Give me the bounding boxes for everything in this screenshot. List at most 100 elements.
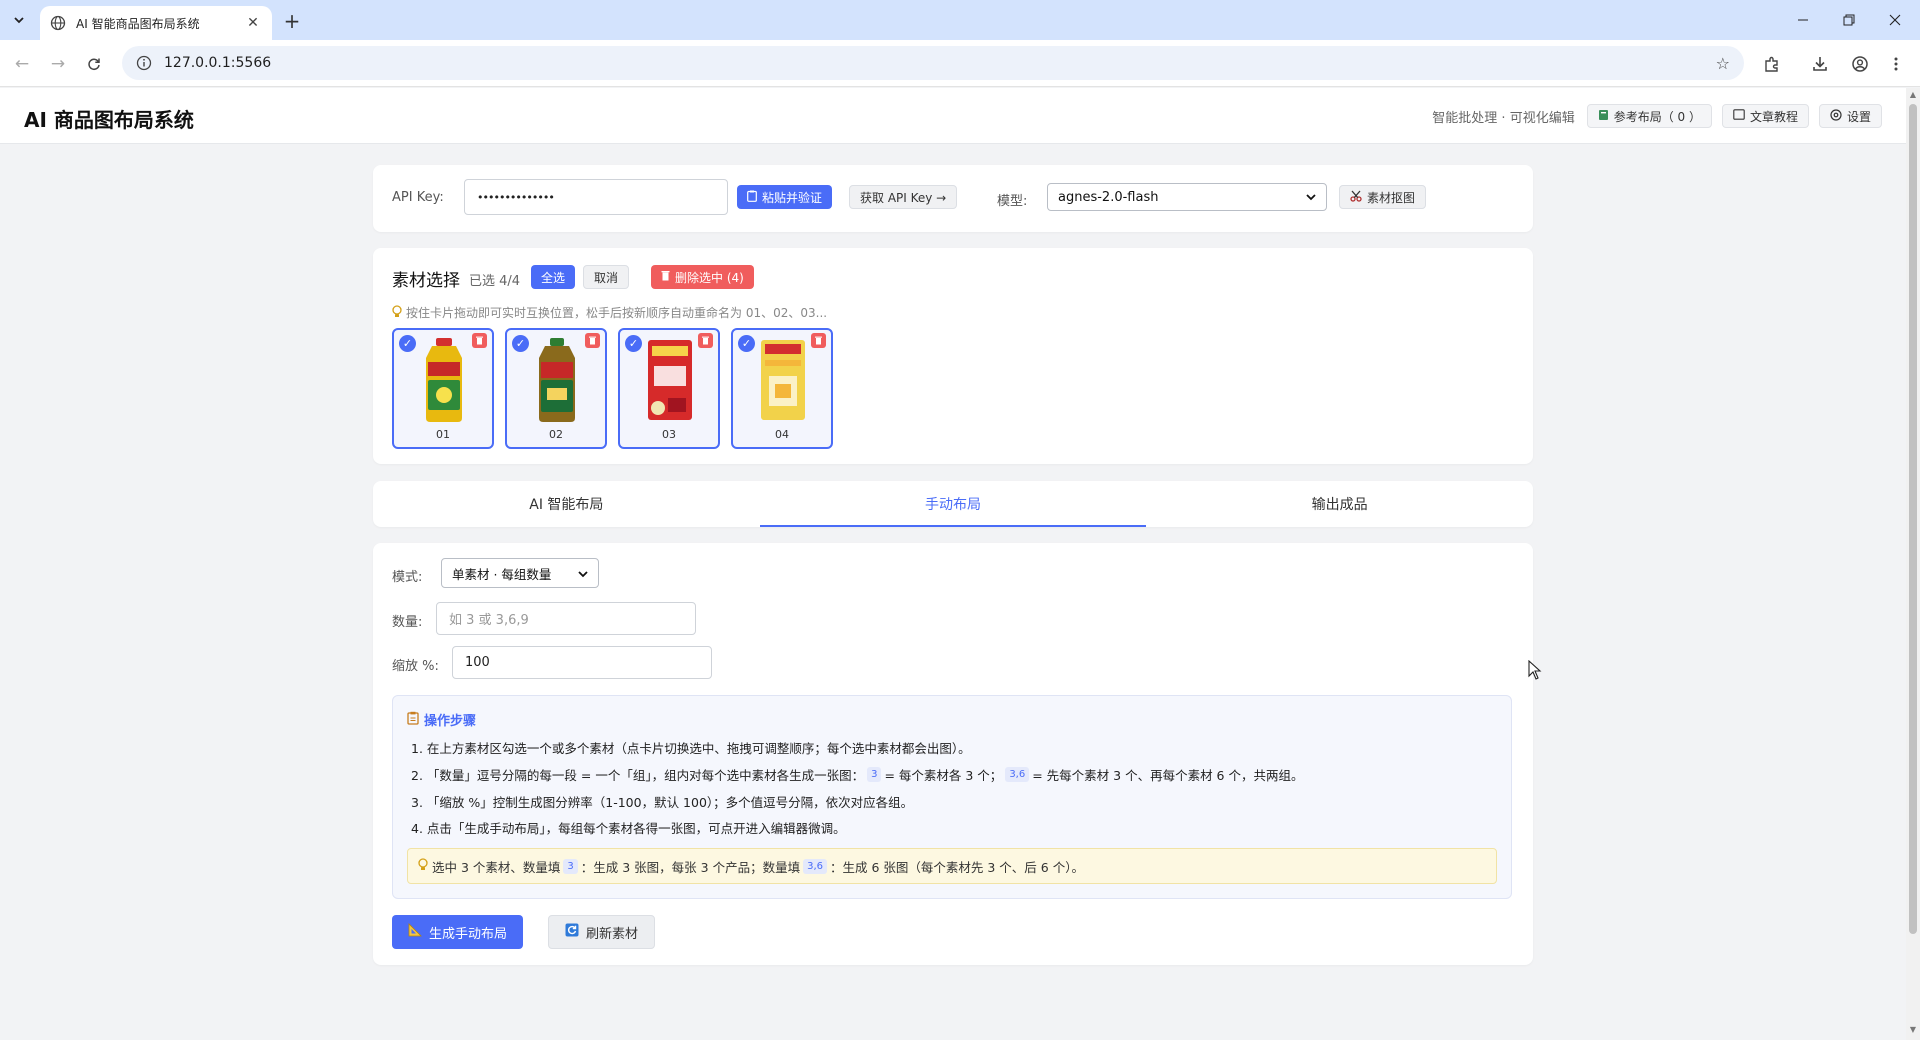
settings-label: 设置 xyxy=(1846,109,1871,124)
example-tip: 选中 3 个素材、数量填 3 ：生成 3 张图，每张 3 个产品；数量填 3,6… xyxy=(407,848,1497,884)
mode-value: 单素材 · 每组数量 xyxy=(452,566,552,582)
book-icon xyxy=(1598,109,1609,124)
selected-count: 已选 4/4 xyxy=(469,274,521,289)
tab-output[interactable]: 输出成品 xyxy=(1146,481,1533,527)
site-info-icon[interactable] xyxy=(136,55,152,71)
product-image xyxy=(426,338,462,422)
materials-title: 素材选择 xyxy=(392,271,460,291)
steps-title-text: 操作步骤 xyxy=(424,714,477,729)
mode-select[interactable]: 单素材 · 每组数量 xyxy=(441,558,599,588)
minimize-icon[interactable] xyxy=(1780,8,1826,32)
select-all-label: 全选 xyxy=(541,270,566,285)
material-number: 02 xyxy=(549,428,563,441)
materials-card: 素材选择 已选 4/4 全选 取消 删除选中 (4) 按住卡片拖动即可实时互换位… xyxy=(373,248,1533,464)
scrollbar-thumb[interactable] xyxy=(1909,104,1917,934)
trash-icon[interactable] xyxy=(472,333,487,348)
model-select[interactable]: agnes-2.0-flash xyxy=(1047,183,1327,211)
refresh-icon xyxy=(565,923,579,941)
step-2-text-c: = 先每个素材 3 个、再每个素材 6 个，共两组。 xyxy=(1032,768,1304,783)
cancel-selection-button[interactable]: 取消 xyxy=(583,265,630,289)
reload-icon[interactable] xyxy=(82,52,106,76)
material-card-04[interactable]: ✓ 04 xyxy=(731,328,833,449)
document-icon xyxy=(1733,109,1745,123)
profile-icon[interactable] xyxy=(1848,52,1872,76)
trash-icon[interactable] xyxy=(585,333,600,348)
select-all-button[interactable]: 全选 xyxy=(531,265,576,289)
extensions-icon[interactable] xyxy=(1760,52,1784,76)
scale-input[interactable]: 100 xyxy=(452,646,712,679)
ref-layout-label: 参考布局（ 0 ） xyxy=(1613,109,1701,124)
chevron-down-icon xyxy=(578,566,588,581)
close-tab-icon[interactable]: ✕ xyxy=(244,14,262,32)
material-card-03[interactable]: ✓ 03 xyxy=(618,328,720,449)
scale-value: 100 xyxy=(465,655,490,670)
code-chip: 3,6 xyxy=(803,858,827,874)
browser-tab-bar: AI 智能商品图布局系统 ✕ + xyxy=(0,0,1920,40)
back-arrow-icon[interactable]: ← xyxy=(10,52,34,76)
trash-icon xyxy=(661,270,670,284)
page-viewport: AI 商品图布局系统 智能批处理 · 可视化编辑 参考布局（ 0 ） 文章教程 … xyxy=(0,88,1906,1040)
code-chip: 3 xyxy=(867,767,882,782)
get-api-key-button[interactable]: 获取 API Key → xyxy=(849,185,958,209)
steps-panel: 操作步骤 1. 在上方素材区勾选一个或多个素材（点卡片切换选中、拖拽可调整顺序；… xyxy=(392,695,1512,899)
scroll-up-icon[interactable]: ▲ xyxy=(1909,91,1917,99)
paste-verify-label: 粘贴并验证 xyxy=(762,190,823,205)
tab-title: AI 智能商品图布局系统 xyxy=(76,16,200,31)
steps-title: 操作步骤 xyxy=(407,710,476,729)
product-image xyxy=(761,340,805,420)
cutout-button[interactable]: 素材抠图 xyxy=(1339,185,1427,209)
tab-manual-layout[interactable]: 手动布局 xyxy=(759,481,1147,527)
address-bar[interactable]: 127.0.0.1:5566 ☆ xyxy=(122,46,1744,80)
tip-text-b: ：生成 3 张图，每张 3 个产品；数量填 xyxy=(580,859,801,875)
product-image xyxy=(539,338,575,422)
new-tab-icon[interactable]: + xyxy=(280,9,304,33)
page-title: AI 商品图布局系统 xyxy=(24,108,194,132)
tab-ai-layout[interactable]: AI 智能布局 xyxy=(373,481,760,527)
tip-text-c: ：生成 6 张图（每个素材先 3 个、后 6 个）。 xyxy=(830,859,1084,875)
api-key-value: •••••••••••••• xyxy=(477,190,555,204)
paste-verify-button[interactable]: 粘贴并验证 xyxy=(737,185,833,209)
quantity-input[interactable]: 如 3 或 3,6,9 xyxy=(436,602,696,635)
chevron-down-icon xyxy=(1306,190,1316,205)
step-1: 1. 在上方素材区勾选一个或多个素材（点卡片切换选中、拖拽可调整顺序；每个选中素… xyxy=(411,741,971,756)
material-number: 04 xyxy=(775,428,789,441)
tab-search-chevron-icon[interactable] xyxy=(8,9,30,31)
tutorial-label: 文章教程 xyxy=(1749,109,1798,124)
header-subtitle: 智能批处理 · 可视化编辑 xyxy=(1432,110,1575,126)
close-window-icon[interactable] xyxy=(1872,8,1918,32)
layout-tabs: AI 智能布局 手动布局 输出成品 xyxy=(373,481,1533,527)
browser-toolbar: ← → 127.0.0.1:5566 ☆ xyxy=(0,40,1920,87)
scroll-down-icon[interactable]: ▼ xyxy=(1909,1026,1917,1034)
app-header: AI 商品图布局系统 智能批处理 · 可视化编辑 参考布局（ 0 ） 文章教程 … xyxy=(0,88,1906,144)
model-value: agnes-2.0-flash xyxy=(1058,189,1159,205)
forward-arrow-icon[interactable]: → xyxy=(46,52,70,76)
browser-menu-icon[interactable] xyxy=(1884,52,1908,76)
delete-selected-button[interactable]: 删除选中 (4) xyxy=(651,265,754,289)
restore-icon[interactable] xyxy=(1826,8,1872,32)
download-icon[interactable] xyxy=(1808,52,1832,76)
gear-icon xyxy=(1830,108,1842,124)
browser-tab-active[interactable]: AI 智能商品图布局系统 ✕ xyxy=(40,6,272,40)
get-api-key-label: 获取 API Key → xyxy=(860,190,947,205)
page-scrollbar[interactable]: ▲ ▼ xyxy=(1906,88,1920,1040)
trash-icon[interactable] xyxy=(811,333,826,348)
tutorial-button[interactable]: 文章教程 xyxy=(1721,104,1809,128)
material-thumbnails: ✓ 01 ✓ 02 ✓ 03 ✓ 04 xyxy=(392,328,833,449)
step-2: 2. 「数量」逗号分隔的每一段 = 一个「组」，组内对每个选中素材各生成一张图：… xyxy=(411,765,1303,784)
bookmark-star-icon[interactable]: ☆ xyxy=(1716,54,1730,73)
clipboard-icon xyxy=(407,711,419,729)
material-card-01[interactable]: ✓ 01 xyxy=(392,328,494,449)
generate-manual-layout-button[interactable]: 生成手动布局 xyxy=(392,915,524,949)
step-2-text-b: = 每个素材各 3 个； xyxy=(884,768,1003,783)
quantity-label: 数量: xyxy=(392,615,423,630)
material-card-02[interactable]: ✓ 02 xyxy=(505,328,607,449)
ref-layout-button[interactable]: 参考布局（ 0 ） xyxy=(1586,104,1712,128)
settings-button[interactable]: 设置 xyxy=(1818,104,1882,128)
api-key-input[interactable]: •••••••••••••• xyxy=(464,179,728,215)
refresh-materials-button[interactable]: 刷新素材 xyxy=(548,915,656,949)
drag-hint: 按住卡片拖动即可实时互换位置，松手后按新顺序自动重命名为 01、02、03... xyxy=(392,304,827,321)
api-key-card: API Key: •••••••••••••• 粘贴并验证 获取 API Key… xyxy=(373,165,1533,232)
trash-icon[interactable] xyxy=(698,333,713,348)
lightbulb-icon xyxy=(392,304,402,321)
tip-text-a: 选中 3 个素材、数量填 xyxy=(432,859,561,875)
